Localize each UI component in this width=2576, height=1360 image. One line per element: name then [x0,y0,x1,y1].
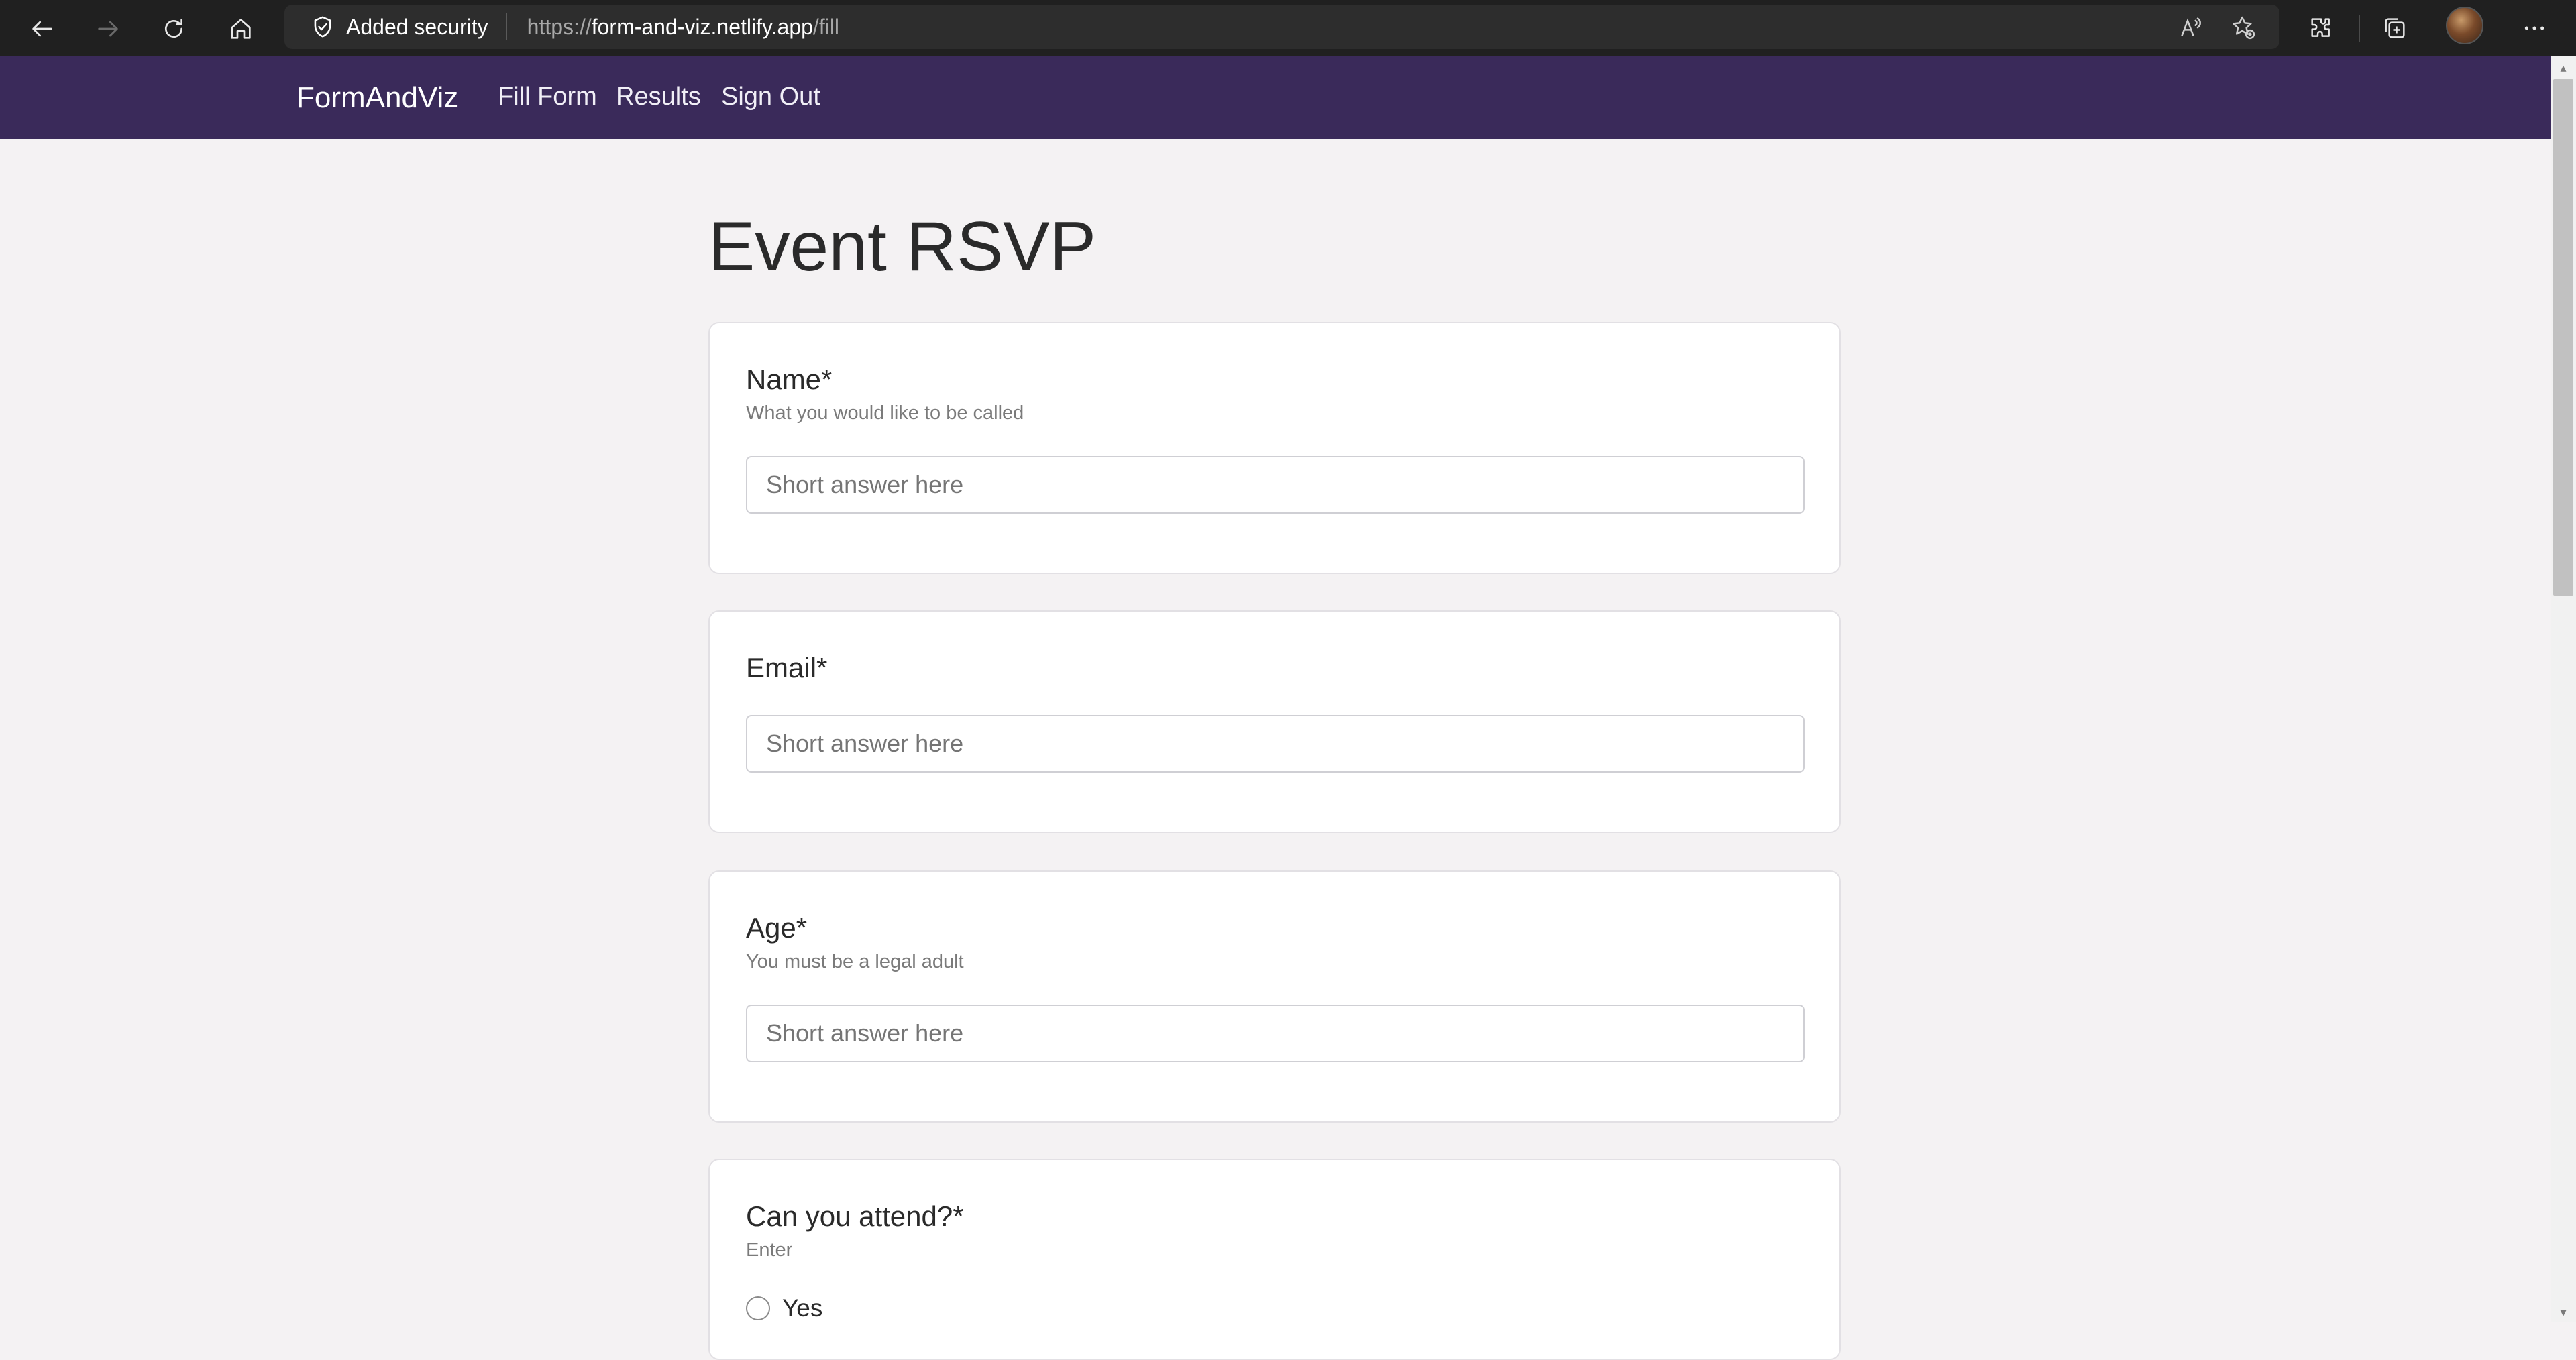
browser-toolbar: Added security https://form-and-viz.netl… [0,0,2576,56]
address-bar[interactable]: Added security https://form-and-viz.netl… [284,5,2279,49]
app-navbar: FormAndViz Fill Form Results Sign Out [0,56,2551,139]
nav-link-sign-out[interactable]: Sign Out [721,82,820,111]
question-card-attend: Can you attend?* Enter Yes [708,1159,1841,1360]
read-aloud-icon[interactable] [2176,13,2206,42]
back-arrow-icon[interactable] [21,8,63,50]
question-card-age: Age* You must be a legal adult [708,870,1841,1123]
scroll-up-arrow-icon[interactable]: ▴ [2555,60,2572,75]
url-scheme: https:// [527,14,592,39]
extensions-icon[interactable] [2302,9,2340,47]
radio-button[interactable] [746,1296,770,1320]
url-text[interactable]: https://form-and-viz.netlify.app/fill [527,15,839,40]
toolbar-divider [2359,15,2360,42]
question-label: Age* [746,912,808,944]
url-host: form-and-viz.netlify.app [591,14,813,39]
question-help-text: Enter [746,1239,793,1261]
profile-avatar[interactable] [2446,7,2483,44]
question-help-text: You must be a legal adult [746,951,964,972]
scrollbar-thumb[interactable] [2553,79,2573,596]
email-input[interactable] [746,715,1805,773]
question-label: Name* [746,363,833,395]
nav-link-fill-form[interactable]: Fill Form [498,82,597,111]
question-label: Email* [746,652,828,683]
security-indicator[interactable]: Added security [310,14,488,40]
nav-link-results[interactable]: Results [616,82,701,111]
url-path: /fill [812,14,840,39]
shield-check-icon [314,16,331,38]
question-card-email: Email* [708,610,1841,833]
refresh-icon[interactable] [153,8,195,50]
radio-option-yes[interactable]: Yes [746,1294,822,1322]
question-label: Can you attend?* [746,1200,964,1232]
page-title: Event RSVP [708,208,1097,286]
question-card-name: Name* What you would like to be called [708,322,1841,574]
home-icon[interactable] [220,8,262,50]
address-divider [505,13,507,40]
security-label: Added security [346,14,488,39]
name-input[interactable] [746,456,1805,514]
radio-option-label: Yes [782,1294,823,1322]
collections-icon[interactable] [2376,9,2414,47]
add-favorite-icon[interactable] [2229,13,2258,42]
brand-logo[interactable]: FormAndViz [297,81,458,115]
question-help-text: What you would like to be called [746,402,1024,424]
forward-arrow-icon[interactable] [87,8,129,50]
age-input[interactable] [746,1005,1805,1062]
scroll-down-arrow-icon[interactable]: ▾ [2555,1305,2572,1320]
more-icon[interactable] [2516,9,2553,47]
